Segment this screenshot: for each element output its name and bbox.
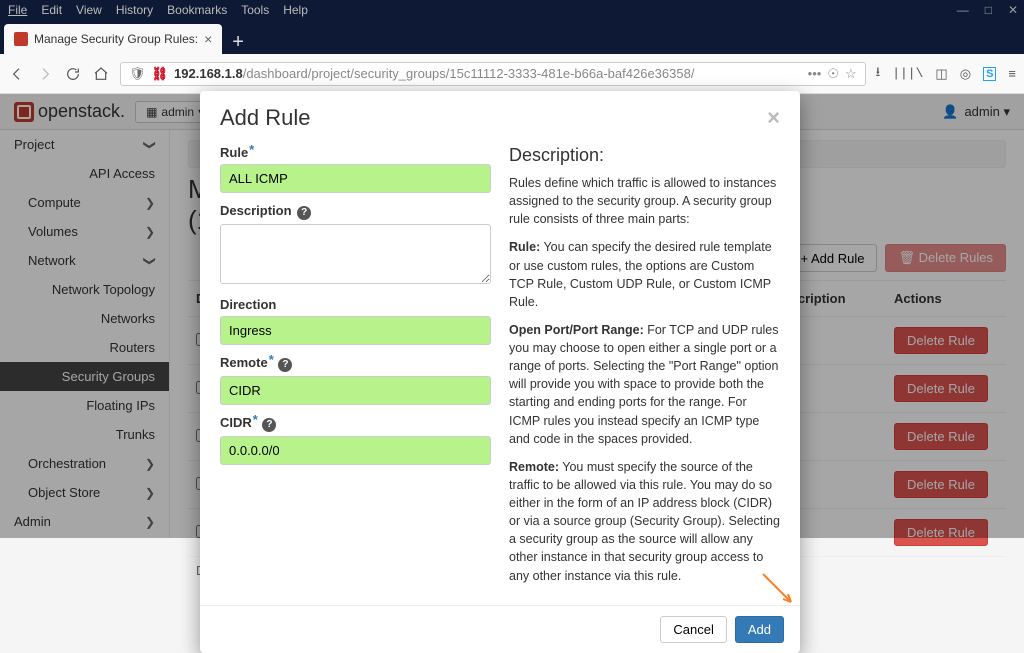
- description-remote: Remote: You must specify the source of t…: [509, 458, 780, 585]
- address-bar[interactable]: 🛡 ⛓ 192.168.1.8/dashboard/project/securi…: [120, 62, 866, 86]
- library-icon[interactable]: |||\: [892, 66, 923, 81]
- direction-label: Direction: [220, 297, 491, 312]
- help-icon[interactable]: ?: [297, 206, 311, 220]
- description-textarea[interactable]: [220, 224, 491, 284]
- reader-icon[interactable]: ☉: [827, 66, 839, 82]
- new-tab-button[interactable]: +: [222, 31, 254, 54]
- back-icon[interactable]: [8, 65, 26, 83]
- home-icon[interactable]: [92, 65, 110, 83]
- cidr-label: CIDR* ?: [220, 415, 491, 432]
- tracking-shield-icon[interactable]: 🛡: [129, 66, 146, 82]
- hamburger-menu-icon[interactable]: ≡: [1008, 66, 1016, 81]
- window-controls: — □ ✕: [957, 0, 1018, 20]
- tab-close-icon[interactable]: ×: [204, 31, 212, 47]
- extension-icon[interactable]: S: [983, 67, 996, 81]
- downloads-icon[interactable]: ⭳: [876, 63, 881, 85]
- cidr-input[interactable]: [220, 436, 491, 465]
- toolbar-right: ⭳ |||\ ◫ ◎ S ≡: [876, 63, 1016, 85]
- rule-select[interactable]: ALL ICMP: [220, 164, 491, 193]
- help-icon[interactable]: ?: [262, 418, 276, 432]
- sidebar-toggle-icon[interactable]: ◫: [935, 66, 947, 82]
- menu-history[interactable]: History: [116, 3, 153, 17]
- browser-tab[interactable]: Manage Security Group Rules: ×: [4, 24, 222, 54]
- description-heading: Description:: [509, 145, 780, 166]
- add-rule-modal: Add Rule × Rule* ALL ICMP Description ? …: [200, 91, 800, 653]
- close-window-icon[interactable]: ✕: [1008, 3, 1018, 17]
- menu-edit[interactable]: Edit: [41, 3, 62, 17]
- description-intro: Rules define which traffic is allowed to…: [509, 174, 780, 228]
- browser-tabstrip: Manage Security Group Rules: × +: [0, 20, 1024, 54]
- modal-close-icon[interactable]: ×: [767, 105, 780, 131]
- openstack-favicon: [14, 32, 28, 46]
- menu-help[interactable]: Help: [283, 3, 308, 17]
- menu-file[interactable]: File: [8, 3, 27, 17]
- maximize-icon[interactable]: □: [985, 3, 992, 17]
- minimize-icon[interactable]: —: [957, 3, 969, 17]
- description-port: Open Port/Port Range: For TCP and UDP ru…: [509, 321, 780, 448]
- url-more-icon[interactable]: •••: [808, 66, 822, 81]
- os-menubar: File Edit View History Bookmarks Tools H…: [0, 0, 1024, 20]
- menu-bookmarks[interactable]: Bookmarks: [167, 3, 227, 17]
- remote-select[interactable]: CIDR: [220, 376, 491, 405]
- description-label: Description ?: [220, 203, 491, 220]
- menu-view[interactable]: View: [76, 3, 102, 17]
- page: openstack. ▦ admin ▾ 👤 admin ▾ Project A…: [0, 94, 1024, 538]
- rule-label: Rule*: [220, 145, 491, 160]
- modal-title: Add Rule: [220, 105, 311, 131]
- description-rule: Rule: You can specify the desired rule t…: [509, 238, 780, 311]
- account-icon[interactable]: ◎: [960, 66, 971, 82]
- add-button[interactable]: Add: [735, 616, 784, 643]
- remote-label: Remote* ?: [220, 355, 491, 372]
- insecure-icon: ⛓: [152, 66, 169, 82]
- help-icon[interactable]: ?: [278, 358, 292, 372]
- bookmark-star-icon[interactable]: ☆: [845, 66, 857, 82]
- forward-icon[interactable]: [36, 65, 54, 83]
- cancel-button[interactable]: Cancel: [660, 616, 726, 643]
- tab-title: Manage Security Group Rules:: [34, 32, 198, 46]
- browser-toolbar: 🛡 ⛓ 192.168.1.8/dashboard/project/securi…: [0, 54, 1024, 94]
- menu-tools[interactable]: Tools: [241, 3, 269, 17]
- direction-select[interactable]: Ingress: [220, 316, 491, 345]
- url-text: 192.168.1.8/dashboard/project/security_g…: [174, 66, 694, 81]
- reload-icon[interactable]: [64, 65, 82, 83]
